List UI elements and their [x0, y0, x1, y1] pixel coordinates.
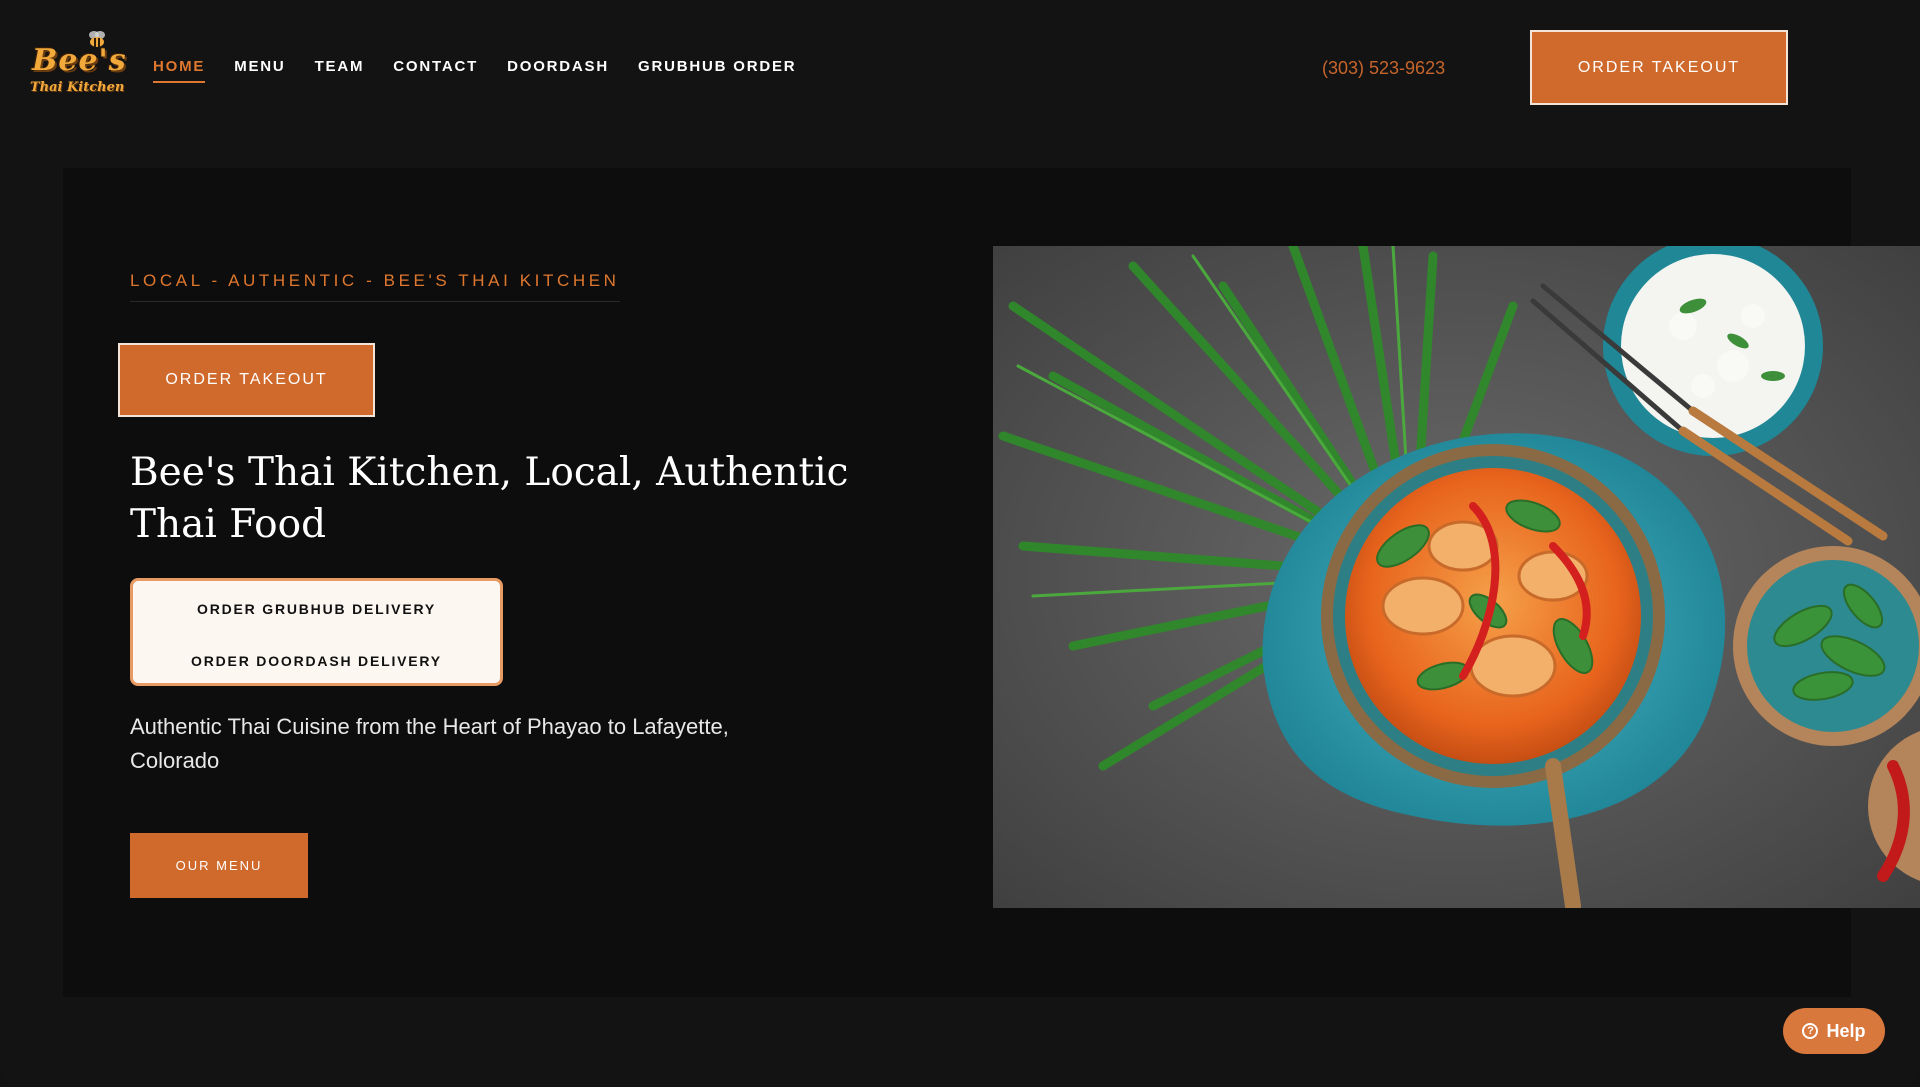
nav-item-doordash[interactable]: DOORDASH	[507, 58, 609, 83]
help-button[interactable]: ? Help	[1783, 1008, 1885, 1054]
grubhub-delivery-link[interactable]: ORDER GRUBHUB DELIVERY	[133, 601, 500, 617]
nav-item-home[interactable]: HOME	[153, 58, 206, 83]
nav-item-menu[interactable]: MENU	[234, 58, 285, 83]
page: Bee's Thai Kitchen HOME MENU TEAM CONTAC…	[0, 0, 1920, 1087]
nav-item-grubhub-order[interactable]: GRUBHUB ORDER	[638, 58, 796, 83]
logo-text-secondary: Thai Kitchen	[30, 80, 125, 95]
question-circle-icon: ?	[1802, 1023, 1819, 1039]
our-menu-button[interactable]: OUR MENU	[130, 833, 308, 898]
hero-headline: Bee's Thai Kitchen, Local, Authentic Tha…	[130, 450, 849, 547]
nav-item-contact[interactable]: CONTACT	[393, 58, 478, 83]
hero-order-takeout-button[interactable]: ORDER TAKEOUT	[118, 343, 375, 417]
brand-logo[interactable]: Bee's Thai Kitchen	[28, 30, 126, 104]
logo-text-primary: Bee's	[32, 43, 127, 78]
main-nav: HOME MENU TEAM CONTACT DOORDASH GRUBHUB …	[153, 58, 825, 83]
phone-link[interactable]: (303) 523-9623	[1322, 58, 1445, 79]
header-order-takeout-button[interactable]: ORDER TAKEOUT	[1530, 30, 1788, 105]
hero-description: Authentic Thai Cuisine from the Heart of…	[130, 714, 729, 773]
delivery-links-box: ORDER GRUBHUB DELIVERY ORDER DOORDASH DE…	[130, 578, 503, 686]
hero-eyebrow: LOCAL - AUTHENTIC - BEE'S THAI KITCHEN	[130, 271, 620, 302]
nav-item-team[interactable]: TEAM	[315, 58, 365, 83]
help-label: Help	[1826, 1020, 1866, 1041]
hero-food-image	[993, 246, 1920, 908]
doordash-delivery-link[interactable]: ORDER DOORDASH DELIVERY	[133, 653, 500, 669]
